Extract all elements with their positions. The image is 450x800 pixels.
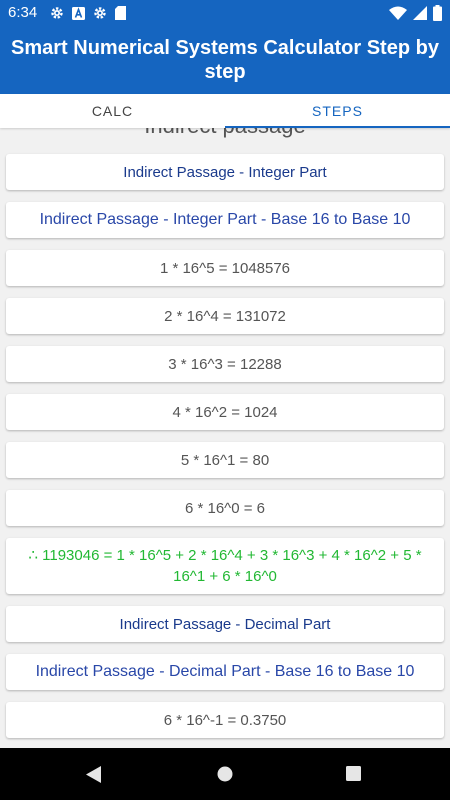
list-item-step: 2 * 16^4 = 131072 bbox=[6, 298, 444, 334]
list-item-step: 6 * 16^0 = 6 bbox=[6, 490, 444, 526]
partial-heading: Indirect passage bbox=[0, 128, 450, 138]
home-icon[interactable] bbox=[217, 766, 233, 782]
step-text: Indirect Passage - Integer Part bbox=[123, 163, 327, 181]
step-text: ∴ 1193046 = 1 * 16^5 + 2 * 16^4 + 3 * 16… bbox=[28, 547, 422, 585]
list-item-step: 6 * 16^-1 = 0.3750 bbox=[6, 702, 444, 738]
status-right-icons bbox=[389, 5, 442, 21]
list-item-heading: Indirect Passage - Decimal Part bbox=[6, 606, 444, 642]
app-bar: Smart Numerical Systems Calculator Step … bbox=[0, 26, 450, 94]
signal-icon bbox=[413, 6, 427, 20]
step-text: Indirect Passage - Decimal Part - Base 1… bbox=[35, 663, 415, 680]
list-item-step: 3 * 16^3 = 12288 bbox=[6, 346, 444, 382]
list-item-heading: Indirect Passage - Integer Part bbox=[6, 154, 444, 190]
step-text: 5 * 16^1 = 80 bbox=[180, 451, 270, 469]
recents-icon[interactable] bbox=[346, 766, 361, 781]
step-text: 2 * 16^4 = 131072 bbox=[164, 307, 286, 325]
navigation-bar bbox=[0, 748, 450, 800]
app-title: Smart Numerical Systems Calculator Step … bbox=[11, 37, 439, 83]
gear-icon bbox=[94, 7, 106, 19]
list-item-step: 1 * 16^5 = 1048576 bbox=[6, 250, 444, 286]
step-text: 4 * 16^2 = 1024 bbox=[172, 403, 278, 421]
step-text: 3 * 16^3 = 12288 bbox=[168, 355, 282, 373]
battery-icon bbox=[433, 5, 442, 21]
font-a-icon bbox=[72, 6, 85, 20]
tab-steps[interactable]: STEPS bbox=[225, 94, 450, 128]
status-left-icons bbox=[50, 6, 126, 20]
tab-bar: CALC STEPS bbox=[0, 94, 450, 128]
sd-card-icon bbox=[115, 6, 126, 20]
status-time: 6:34 bbox=[8, 4, 38, 21]
step-text: 1 * 16^5 = 1048576 bbox=[159, 259, 291, 277]
back-icon[interactable] bbox=[86, 766, 102, 783]
step-text: Indirect Passage - Integer Part - Base 1… bbox=[39, 211, 411, 228]
status-bar: 6:34 bbox=[0, 0, 450, 26]
steps-list[interactable]: Indirect passage Indirect Passage - Inte… bbox=[0, 128, 450, 748]
list-item-step: 5 * 16^1 = 80 bbox=[6, 442, 444, 478]
list-item-result: ∴ 1193046 = 1 * 16^5 + 2 * 16^4 + 3 * 16… bbox=[6, 538, 444, 594]
list-item-subheading: Indirect Passage - Integer Part - Base 1… bbox=[6, 202, 444, 238]
tab-calc[interactable]: CALC bbox=[0, 94, 225, 128]
wifi-icon bbox=[389, 6, 407, 20]
list-item-subheading: Indirect Passage - Decimal Part - Base 1… bbox=[6, 654, 444, 690]
step-text: 6 * 16^0 = 6 bbox=[184, 499, 266, 517]
list-item-step: 4 * 16^2 = 1024 bbox=[6, 394, 444, 430]
step-text: Indirect Passage - Decimal Part bbox=[119, 615, 331, 633]
gear-icon bbox=[51, 7, 63, 19]
step-text: 6 * 16^-1 = 0.3750 bbox=[163, 711, 287, 729]
